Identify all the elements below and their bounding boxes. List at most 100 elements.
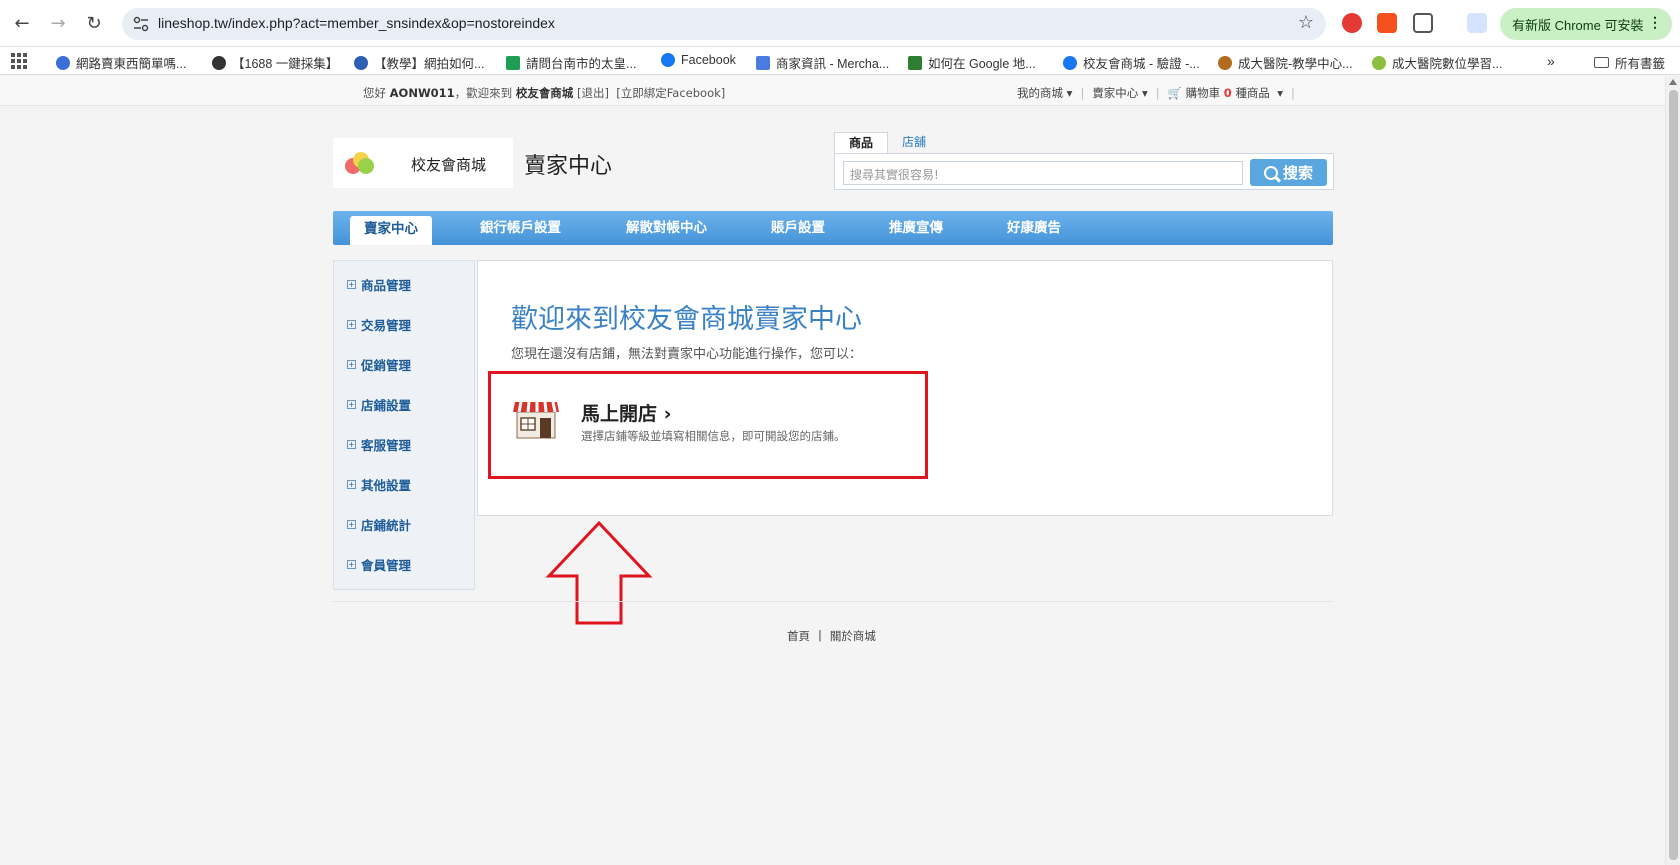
greeting: 您好 AONW011，歡迎來到 校友會商城 [退出] [立即綁定Facebook… <box>363 85 725 101</box>
forward-icon[interactable]: → <box>44 9 72 37</box>
url-text[interactable]: lineshop.tw/index.php?act=member_snsinde… <box>158 15 555 31</box>
expand-icon: + <box>347 280 356 289</box>
logo-icon <box>345 152 375 176</box>
bookmark-star-icon[interactable]: ☆ <box>1298 12 1314 33</box>
bookmarks-overflow-icon[interactable]: » <box>1547 53 1555 69</box>
logout-link[interactable]: [退出] <box>577 86 609 100</box>
sidebar-item-products[interactable]: + 商品管理 <box>347 275 411 294</box>
sidebar-item-orders[interactable]: + 交易管理 <box>347 315 411 334</box>
expand-icon: + <box>347 520 356 529</box>
welcome-heading: 歡迎來到校友會商城賣家中心 <box>511 304 862 335</box>
my-mall-label: 我的商城 <box>1017 86 1063 100</box>
nav-promotion[interactable]: 推廣宣傳 <box>889 211 943 245</box>
update-label: 有新版 Chrome 可安裝 <box>1512 17 1644 33</box>
bookmark-label: 成大醫院數位學習... <box>1392 57 1503 71</box>
nav-ads[interactable]: 好康廣告 <box>1007 211 1061 245</box>
bookmark-item[interactable]: 【教學】網拍如何... <box>354 53 484 72</box>
site-topbar: 您好 AONW011，歡迎來到 校友會商城 [退出] [立即綁定Facebook… <box>0 76 1665 106</box>
separator: | <box>1155 86 1160 100</box>
expand-icon: + <box>347 320 356 329</box>
nav-account-settings[interactable]: 賬戶設置 <box>771 211 825 245</box>
nav-seller-center[interactable]: 賣家中心 <box>350 216 432 245</box>
search-button[interactable]: 搜索 <box>1250 159 1327 186</box>
search-tabs: 商品 店舖 <box>834 132 940 154</box>
nav-bank-account[interactable]: 銀行帳戶設置 <box>480 211 561 245</box>
sidebar-item-label: 商品管理 <box>361 278 412 293</box>
reload-icon[interactable]: ↻ <box>80 9 108 37</box>
bookmark-favicon-icon <box>506 55 520 70</box>
main-content: 歡迎來到校友會商城賣家中心 您現在還沒有店鋪，無法對賣家中心功能進行操作，您可以… <box>477 260 1333 516</box>
my-mall-menu[interactable]: 我的商城 ▾ <box>1017 85 1072 101</box>
sidebar-item-label: 會員管理 <box>361 558 412 573</box>
search-button-label: 搜索 <box>1282 164 1313 182</box>
open-store-description: 選擇店鋪等級並填寫相關信息，即可開設您的店鋪。 <box>581 429 846 443</box>
sidebar-item-promotions[interactable]: + 促銷管理 <box>347 355 411 374</box>
page-scrollbar[interactable] <box>1665 76 1680 865</box>
sidebar-item-other-settings[interactable]: + 其他設置 <box>347 475 411 494</box>
more-menu-icon[interactable]: ⋮ <box>1648 14 1662 31</box>
sidebar-item-label: 店鋪統計 <box>361 518 412 533</box>
bookmark-item[interactable]: 商家資訊 - Mercha... <box>756 53 889 72</box>
bookmark-item[interactable]: 【1688 一鍵採集】 <box>212 53 338 72</box>
search-input[interactable]: 搜尋其實很容易! <box>843 161 1243 185</box>
sidebar-item-store-settings[interactable]: + 店鋪設置 <box>347 395 411 414</box>
scroll-up-icon[interactable] <box>1669 79 1677 85</box>
sidebar-item-label: 其他設置 <box>361 478 412 493</box>
search-tab-stores[interactable]: 店舖 <box>888 132 940 154</box>
store-icon <box>513 401 559 439</box>
nav-reconciliation[interactable]: 解散對帳中心 <box>626 211 707 245</box>
site-settings-icon[interactable] <box>132 15 150 33</box>
separator: | <box>1291 86 1295 100</box>
bookmark-item[interactable]: 網路賣東西簡單嗎... <box>56 53 186 72</box>
search-icon <box>1263 165 1278 180</box>
seller-center-menu[interactable]: 賣家中心 ▾ <box>1092 85 1147 101</box>
open-store-card[interactable]: 馬上開店 › 選擇店鋪等級並填寫相關信息，即可開設您的店鋪。 <box>488 371 928 479</box>
bookmark-item[interactable]: Facebook <box>661 53 736 67</box>
back-icon[interactable]: ← <box>8 9 36 37</box>
extensions-puzzle-icon[interactable] <box>1413 13 1433 33</box>
footer-separator: | <box>818 628 822 642</box>
chrome-update-button[interactable]: 有新版 Chrome 可安裝 ⋮ <box>1500 8 1672 40</box>
sidebar-item-store-stats[interactable]: + 店鋪統計 <box>347 515 411 534</box>
sidebar-item-label: 促銷管理 <box>361 358 412 373</box>
bookmark-label: 商家資訊 - Mercha... <box>776 57 890 71</box>
footer-divider <box>333 601 1333 602</box>
bookmark-item[interactable]: 成大醫院-教學中心... <box>1218 53 1353 72</box>
cart-count: 0 <box>1223 86 1232 100</box>
bookmarks-bar: 網路賣東西簡單嗎... 【1688 一鍵採集】 【教學】網拍如何... 請問台南… <box>0 47 1680 75</box>
bookmark-item[interactable]: 請問台南市的太皇... <box>506 53 636 72</box>
google-maps-icon <box>908 55 922 70</box>
cart-menu[interactable]: 🛒 購物車 0 種商品 ▾ <box>1168 85 1283 101</box>
page-title: 賣家中心 <box>524 154 613 179</box>
search-tab-products[interactable]: 商品 <box>834 132 889 154</box>
all-bookmarks-folder[interactable]: 所有書籤 <box>1594 53 1665 72</box>
sidebar-item-customer-service[interactable]: + 客服管理 <box>347 435 411 454</box>
address-bar[interactable]: lineshop.tw/index.php?act=member_snsinde… <box>122 8 1326 40</box>
main-nav: 賣家中心 銀行帳戶設置 解散對帳中心 賬戶設置 推廣宣傳 好康廣告 <box>333 211 1333 245</box>
expand-icon: + <box>347 400 356 409</box>
sidebar: + 商品管理 + 交易管理 + 促銷管理 + 店鋪設置 + 客服管理 + 其他設置 + 店鋪統… <box>333 260 475 590</box>
extension-blue-icon[interactable] <box>1467 13 1487 33</box>
scrollbar-thumb[interactable] <box>1669 90 1678 860</box>
bind-facebook-link[interactable]: [立即綁定Facebook] <box>616 86 725 100</box>
extension-red-icon[interactable] <box>1342 13 1362 33</box>
bookmark-item[interactable]: 校友會商城 - 驗證 -... <box>1063 53 1200 72</box>
bookmark-label: 【1688 一鍵採集】 <box>232 57 339 71</box>
facebook-icon <box>661 53 675 67</box>
sidebar-item-members[interactable]: + 會員管理 <box>347 555 411 574</box>
footer-about-link[interactable]: 關於商城 <box>830 628 876 644</box>
sidebar-item-label: 客服管理 <box>361 438 412 453</box>
bookmark-item[interactable]: 如何在 Google 地... <box>908 53 1036 72</box>
apps-grid-icon[interactable] <box>11 53 27 69</box>
site-logo[interactable]: 校友會商城 <box>333 138 513 188</box>
bookmark-item[interactable]: 成大醫院數位學習... <box>1372 53 1502 72</box>
search-box: 搜尋其實很容易! 搜索 <box>834 153 1334 190</box>
open-store-title[interactable]: 馬上開店 › <box>581 399 671 426</box>
sidebar-item-label: 交易管理 <box>361 318 412 333</box>
expand-icon: + <box>347 560 356 569</box>
extension-orange-icon[interactable] <box>1377 13 1397 33</box>
bookmark-label: 成大醫院-教學中心... <box>1238 57 1353 71</box>
footer-home-link[interactable]: 首頁 <box>787 628 810 644</box>
bookmark-label: 網路賣東西簡單嗎... <box>76 57 187 71</box>
greeting-prefix: 您好 <box>363 86 386 100</box>
